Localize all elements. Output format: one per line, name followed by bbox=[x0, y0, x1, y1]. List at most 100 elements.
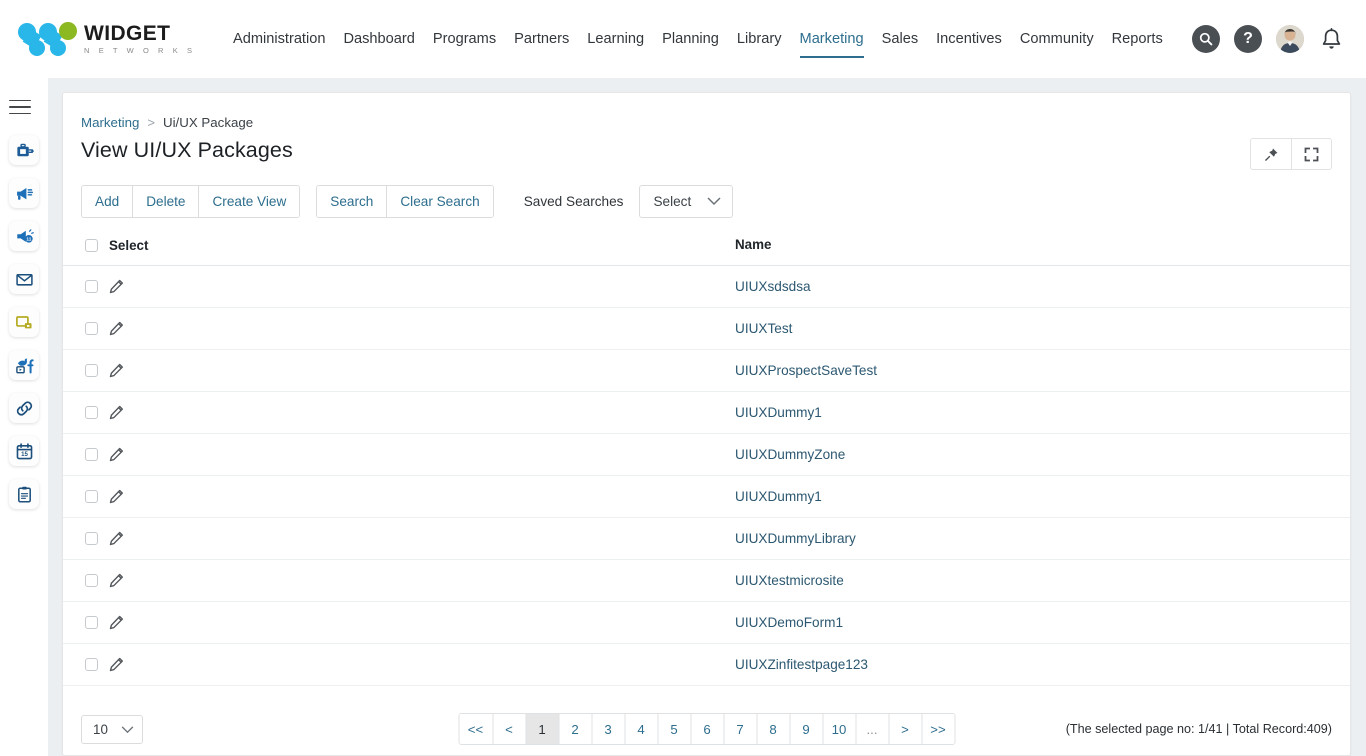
pagination-button-prevprev[interactable]: << bbox=[459, 714, 492, 744]
fullscreen-icon[interactable] bbox=[1291, 139, 1331, 169]
saved-searches-select[interactable]: Select bbox=[639, 185, 733, 218]
pagination-button-8[interactable]: 8 bbox=[756, 714, 789, 744]
row-name-cell: UIUXDummyLibrary bbox=[735, 530, 1350, 548]
microsite-icon[interactable] bbox=[9, 307, 39, 337]
announcement-icon[interactable]: 11 bbox=[9, 221, 39, 251]
table-row[interactable]: UIUXTest bbox=[63, 308, 1350, 350]
edit-icon[interactable] bbox=[109, 363, 124, 378]
briefcase-icon[interactable] bbox=[9, 135, 39, 165]
package-name-link[interactable]: UIUXsdsdsa bbox=[735, 279, 811, 294]
pagination-button-5[interactable]: 5 bbox=[657, 714, 690, 744]
menu-toggle-icon[interactable] bbox=[9, 94, 39, 120]
nav-item-marketing[interactable]: Marketing bbox=[791, 25, 873, 53]
row-checkbox[interactable] bbox=[85, 322, 98, 335]
package-name-link[interactable]: UIUXProspectSaveTest bbox=[735, 363, 877, 378]
pin-icon[interactable] bbox=[1251, 139, 1291, 169]
link-icon[interactable] bbox=[9, 393, 39, 423]
page-size-select[interactable]: 10 bbox=[81, 715, 143, 744]
package-name-link[interactable]: UIUXDummyZone bbox=[735, 447, 845, 462]
pagination-button-6[interactable]: 6 bbox=[690, 714, 723, 744]
table-row[interactable]: UIUXProspectSaveTest bbox=[63, 350, 1350, 392]
table-row[interactable]: UIUXDemoForm1 bbox=[63, 602, 1350, 644]
package-name-link[interactable]: UIUXDummyLibrary bbox=[735, 531, 856, 546]
row-checkbox[interactable] bbox=[85, 574, 98, 587]
search-button[interactable]: Search bbox=[317, 186, 386, 217]
package-name-link[interactable]: UIUXDummy1 bbox=[735, 489, 822, 504]
nav-item-administration[interactable]: Administration bbox=[224, 25, 334, 53]
row-checkbox[interactable] bbox=[85, 406, 98, 419]
pagination-button-4[interactable]: 4 bbox=[624, 714, 657, 744]
row-select-cell bbox=[63, 363, 195, 378]
edit-icon[interactable] bbox=[109, 405, 124, 420]
pagination-button-nextnext[interactable]: >> bbox=[921, 714, 954, 744]
add-button[interactable]: Add bbox=[82, 186, 132, 217]
edit-icon[interactable] bbox=[109, 657, 124, 672]
pagination-button-10[interactable]: 10 bbox=[822, 714, 855, 744]
package-name-link[interactable]: UIUXDummy1 bbox=[735, 405, 822, 420]
create-view-button[interactable]: Create View bbox=[198, 186, 299, 217]
nav-item-reports[interactable]: Reports bbox=[1103, 25, 1172, 53]
pagination-button-next[interactable]: > bbox=[888, 714, 921, 744]
search-icon[interactable] bbox=[1192, 25, 1220, 53]
row-select-cell bbox=[63, 531, 195, 546]
calendar-icon[interactable]: 15 bbox=[9, 436, 39, 466]
row-checkbox[interactable] bbox=[85, 490, 98, 503]
package-name-link[interactable]: UIUXZinfitestpage123 bbox=[735, 657, 868, 672]
nav-item-library[interactable]: Library bbox=[728, 25, 791, 53]
nav-item-partners[interactable]: Partners bbox=[505, 25, 578, 53]
nav-item-incentives[interactable]: Incentives bbox=[927, 25, 1011, 53]
column-header-name: Name bbox=[735, 237, 771, 252]
select-all-checkbox[interactable] bbox=[85, 239, 98, 252]
edit-icon[interactable] bbox=[109, 573, 124, 588]
table-row[interactable]: UIUXZinfitestpage123 bbox=[63, 644, 1350, 686]
row-checkbox[interactable] bbox=[85, 280, 98, 293]
pagination-button-9[interactable]: 9 bbox=[789, 714, 822, 744]
megaphone-icon[interactable] bbox=[9, 178, 39, 208]
email-icon[interactable] bbox=[9, 264, 39, 294]
edit-icon[interactable] bbox=[109, 447, 124, 462]
pagination-button-7[interactable]: 7 bbox=[723, 714, 756, 744]
brand-logo[interactable]: WIDGET N E T W O R K S bbox=[16, 19, 202, 59]
package-name-link[interactable]: UIUXDemoForm1 bbox=[735, 615, 843, 630]
package-name-link[interactable]: UIUXTest bbox=[735, 321, 792, 336]
edit-icon[interactable] bbox=[109, 615, 124, 630]
row-checkbox[interactable] bbox=[85, 532, 98, 545]
nav-item-programs[interactable]: Programs bbox=[424, 25, 505, 53]
social-media-icon[interactable] bbox=[9, 350, 39, 380]
row-checkbox[interactable] bbox=[85, 616, 98, 629]
pagination-button-3[interactable]: 3 bbox=[591, 714, 624, 744]
package-name-link[interactable]: UIUXtestmicrosite bbox=[735, 573, 844, 588]
record-count-info: (The selected page no: 1/41 | Total Reco… bbox=[1066, 722, 1332, 736]
table-row[interactable]: UIUXDummy1 bbox=[63, 392, 1350, 434]
nav-item-dashboard[interactable]: Dashboard bbox=[334, 25, 423, 53]
header-select-column: Select bbox=[63, 238, 195, 253]
table-row[interactable]: UIUXtestmicrosite bbox=[63, 560, 1350, 602]
breadcrumb-link-marketing[interactable]: Marketing bbox=[81, 115, 139, 130]
clipboard-icon[interactable] bbox=[9, 479, 39, 509]
nav-item-sales[interactable]: Sales bbox=[873, 25, 928, 53]
avatar[interactable] bbox=[1276, 25, 1304, 53]
help-icon[interactable]: ? bbox=[1234, 25, 1262, 53]
notification-bell-icon[interactable] bbox=[1318, 25, 1344, 53]
edit-icon[interactable] bbox=[109, 279, 124, 294]
table-row[interactable]: UIUXDummyZone bbox=[63, 434, 1350, 476]
table-row[interactable]: UIUXDummy1 bbox=[63, 476, 1350, 518]
edit-icon[interactable] bbox=[109, 321, 124, 336]
row-name-cell: UIUXProspectSaveTest bbox=[735, 362, 1350, 380]
row-checkbox[interactable] bbox=[85, 364, 98, 377]
row-name-cell: UIUXsdsdsa bbox=[735, 278, 1350, 296]
nav-item-learning[interactable]: Learning bbox=[578, 25, 653, 53]
delete-button[interactable]: Delete bbox=[132, 186, 198, 217]
table-row[interactable]: UIUXsdsdsa bbox=[63, 266, 1350, 308]
pagination-button-1[interactable]: 1 bbox=[525, 714, 558, 744]
table-row[interactable]: UIUXDummyLibrary bbox=[63, 518, 1350, 560]
pagination-button-2[interactable]: 2 bbox=[558, 714, 591, 744]
edit-icon[interactable] bbox=[109, 489, 124, 504]
nav-item-community[interactable]: Community bbox=[1011, 25, 1103, 53]
nav-item-planning[interactable]: Planning bbox=[653, 25, 728, 53]
clear-search-button[interactable]: Clear Search bbox=[386, 186, 492, 217]
row-checkbox[interactable] bbox=[85, 658, 98, 671]
row-checkbox[interactable] bbox=[85, 448, 98, 461]
edit-icon[interactable] bbox=[109, 531, 124, 546]
pagination-button-prev[interactable]: < bbox=[492, 714, 525, 744]
